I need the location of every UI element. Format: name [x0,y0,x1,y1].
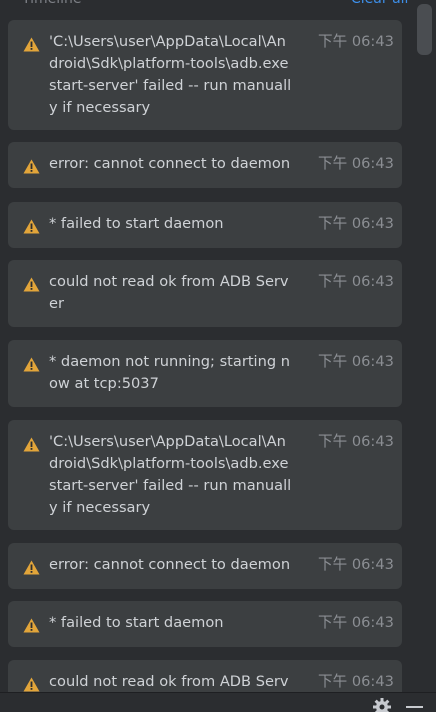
notification-time: 下午 06:43 [318,273,394,290]
notifications-panel: Timeline Clear all 'C:\Users\user\AppDat… [0,0,436,712]
notification-card[interactable]: could not read ok from ADB Server 下午 06:4… [8,660,402,692]
notification-message: 'C:\Users\user\AppData\Local\Android\Sdk… [49,433,294,516]
warning-icon [23,159,40,174]
warning-icon [23,277,40,292]
warning-icon [23,37,40,52]
notification-card[interactable]: * failed to start daemon 下午 06:43 [8,202,402,248]
notification-card[interactable]: 'C:\Users\user\AppData\Local\Android\Sdk… [8,420,402,530]
notification-message: could not read ok from ADB Server [49,273,289,312]
notification-card[interactable]: could not read ok from ADB Server 下午 06:4… [8,260,402,327]
notification-card[interactable]: * failed to start daemon 下午 06:43 [8,601,402,647]
notification-card[interactable]: * daemon not running; starting now at tc… [8,340,402,407]
scrollbar-thumb[interactable] [417,4,432,55]
panel-footer [0,692,436,712]
notification-card[interactable]: error: cannot connect to daemon 下午 06:43 [8,142,402,188]
notification-time: 下午 06:43 [318,155,394,172]
minimize-icon[interactable] [406,706,423,708]
warning-icon [23,618,40,633]
notification-message: error: cannot connect to daemon [49,556,291,573]
notification-message: 'C:\Users\user\AppData\Local\Android\Sdk… [49,33,294,116]
warning-icon [23,437,40,452]
notification-card[interactable]: 'C:\Users\user\AppData\Local\Android\Sdk… [8,20,402,130]
notification-message: * failed to start daemon [49,614,224,631]
notification-list[interactable]: 'C:\Users\user\AppData\Local\Android\Sdk… [0,0,412,692]
notification-message: error: cannot connect to daemon [49,155,291,172]
notification-time: 下午 06:43 [318,673,394,690]
notification-time: 下午 06:43 [318,215,394,232]
warning-icon [23,357,40,372]
notification-time: 下午 06:43 [318,556,394,573]
notification-time: 下午 06:43 [318,353,394,370]
notification-time: 下午 06:43 [318,614,394,631]
warning-icon [23,677,40,692]
gear-icon[interactable] [372,697,392,712]
notification-time: 下午 06:43 [318,33,394,50]
notification-message: could not read ok from ADB Server [49,673,289,690]
notification-message: * daemon not running; starting now at tc… [49,353,291,392]
warning-icon [23,219,40,234]
notification-card[interactable]: error: cannot connect to daemon 下午 06:43 [8,543,402,589]
notification-time: 下午 06:43 [318,433,394,450]
notification-message: * failed to start daemon [49,215,224,232]
warning-icon [23,560,40,575]
